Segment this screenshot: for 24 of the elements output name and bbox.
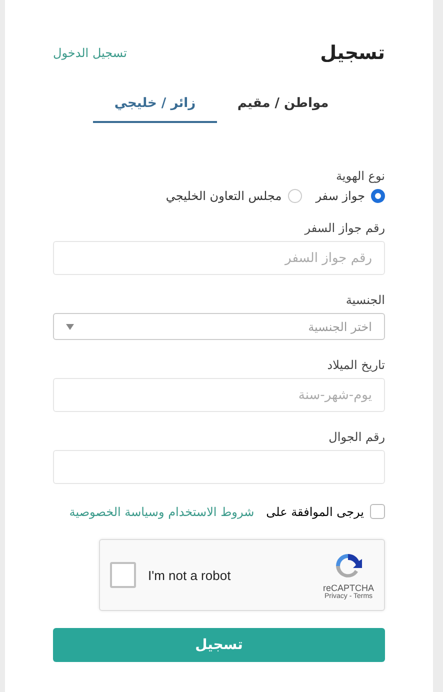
terms-link[interactable]: شروط الاستخدام وسياسة الخصوصية <box>69 504 254 518</box>
checkbox[interactable] <box>370 504 385 519</box>
register-button[interactable]: تسجيل <box>53 628 385 662</box>
captcha-brand: reCAPTCHA <box>322 582 374 592</box>
captcha-checkbox[interactable] <box>110 562 136 588</box>
radio-button[interactable] <box>371 189 385 203</box>
radio-label: مجلس التعاون الخليجي <box>166 189 282 203</box>
tab[interactable]: مواطن / مقيم <box>221 90 345 123</box>
agreement-text: يرجى الموافقة على <box>266 504 364 518</box>
text-field[interactable] <box>53 450 385 484</box>
field-label: رقم جواز السفر <box>303 221 385 235</box>
nationality-dropdown[interactable]: اختر الجنسية <box>53 313 385 340</box>
field-label: رقم الجوال <box>328 430 385 444</box>
tab[interactable]: زائر / خليجي <box>93 90 217 123</box>
text-field[interactable]: رقم جواز السفر <box>53 241 385 275</box>
radio-label: جواز سفر <box>316 189 365 203</box>
caret-icon <box>66 324 74 330</box>
page-title: تسجيل <box>320 42 385 64</box>
field-label: تاريخ الميلاد <box>326 358 385 372</box>
text-field[interactable]: يوم-شهر-سنة <box>53 378 385 412</box>
field-label: نوع الهوية <box>334 169 385 183</box>
login-link[interactable]: تسجيل الدخول <box>53 46 127 60</box>
field-label: الجنسية <box>344 293 385 307</box>
captcha-label: I'm not a robot <box>148 568 231 582</box>
